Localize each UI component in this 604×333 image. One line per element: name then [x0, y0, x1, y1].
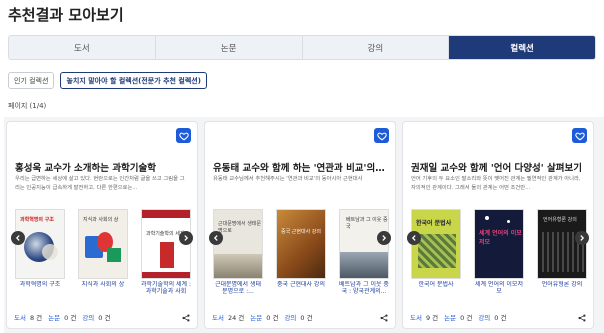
paper-count: 0 건	[64, 314, 77, 322]
lecture-count-label: 강의	[82, 314, 95, 322]
book-count: 8 건	[29, 314, 43, 322]
book-item[interactable]: 중국 근현대사 강의 중국 근현대사 강의	[276, 209, 326, 295]
collection-description: 언어 기후의 두 요소인 말소리와 뜻이 맺어진 관계는 필연적인 관계가 아니…	[411, 176, 581, 191]
book-title[interactable]: 과학혁명의 구조	[15, 281, 65, 295]
lecture-count-label: 강의	[284, 314, 297, 322]
favorite-button[interactable]	[176, 128, 191, 143]
tab-collections[interactable]: 컬렉션	[449, 36, 595, 59]
collection-stats: 도서 24 건 논문 0 건 강의 0 건	[212, 312, 315, 322]
book-title[interactable]: 지식과 사회의 상	[78, 281, 128, 295]
book-cover[interactable]: 과학혁명의 구조	[15, 209, 65, 279]
collection-subtabs: 인기 컬렉션 놓치지 말아야 할 컬렉션(전문가 추천 컬렉션)	[8, 72, 207, 89]
heart-icon	[574, 132, 585, 140]
carousel-next-button[interactable]	[179, 231, 193, 245]
book-item[interactable]: 지식과 사회의 상 지식과 사회의 상	[78, 209, 128, 295]
paper-count-label: 논문	[250, 314, 263, 322]
paper-count: 0 건	[460, 314, 473, 322]
subtab-popular-collections[interactable]: 인기 컬렉션	[8, 72, 55, 89]
book-item[interactable]: 한국어 문법사 한국어 문법사	[411, 209, 461, 295]
collection-title[interactable]: 권재일 교수와 함께 '언어 다양성' 살펴보기	[411, 160, 585, 174]
book-item[interactable]: 근대문명에서 생태문명으로 근대문명에서 생태문명으로 :...	[213, 209, 263, 295]
tab-lectures[interactable]: 강의	[303, 36, 450, 59]
chevron-right-icon	[184, 235, 189, 241]
collection-title[interactable]: 유동태 교수와 함께 하는 '연관과 비교'의 동아시아 근현대사	[213, 160, 387, 174]
collection-stats: 도서 8 건 논문 0 건 강의 0 건	[14, 312, 112, 322]
book-title[interactable]: 근대문명에서 생태문명으로 :...	[213, 281, 263, 295]
collection-card[interactable]: 권재일 교수와 함께 '언어 다양성' 살펴보기 언어 기후의 두 요소인 말소…	[402, 121, 594, 329]
lecture-count: 0 건	[300, 314, 313, 322]
book-item[interactable]: 과학기술학의 세계 과학기술학의 세계 : 과학기술과 사회를...	[141, 209, 191, 295]
carousel-prev-button[interactable]	[407, 231, 421, 245]
chevron-right-icon	[580, 235, 585, 241]
content-type-tabs: 도서 논문 강의 컬렉션	[8, 35, 596, 60]
collection-card[interactable]: 유동태 교수와 함께 하는 '연관과 비교'의 동아시아 근현대사 유동태 교수…	[204, 121, 396, 329]
paper-count-label: 논문	[444, 314, 457, 322]
book-count-label: 도서	[14, 314, 26, 322]
carousel-prev-button[interactable]	[11, 231, 25, 245]
book-title[interactable]: 과학기술학의 세계 : 과학기술과 사회를...	[141, 281, 191, 295]
carousel-prev-button[interactable]	[209, 231, 223, 245]
book-count-label: 도서	[212, 314, 224, 322]
favorite-button[interactable]	[374, 128, 389, 143]
collection-card[interactable]: 홍성욱 교수가 소개하는 과학기술학 우리는 급변하는 세상에 살고 있다. 현…	[6, 121, 198, 329]
book-cover[interactable]: 근대문명에서 생태문명으로	[213, 209, 263, 279]
tab-books[interactable]: 도서	[9, 36, 156, 59]
heart-icon	[178, 132, 189, 140]
book-list: 한국어 문법사 한국어 문법사 세계 언어의 이모저모 세계 언어의 이모저모 …	[411, 209, 587, 295]
collection-carousel: 홍성욱 교수가 소개하는 과학기술학 우리는 급변하는 세상에 살고 있다. 현…	[4, 117, 604, 333]
subtab-expert-collections[interactable]: 놓치지 말아야 할 컬렉션(전문가 추천 컬렉션)	[60, 72, 207, 89]
tab-papers[interactable]: 논문	[156, 36, 303, 59]
book-item[interactable]: 언어유형론 강의 언어유형론 강의	[537, 209, 587, 295]
lecture-count-label: 강의	[478, 314, 491, 322]
heart-icon	[376, 132, 387, 140]
book-cover[interactable]: 지식과 사회의 상	[78, 209, 128, 279]
paper-count-label: 논문	[48, 314, 61, 322]
book-title[interactable]: 언어유형론 강의	[537, 281, 587, 295]
book-count: 9 건	[425, 314, 439, 322]
book-item[interactable]: 세계 언어의 이모저모 세계 언어의 이모저모	[474, 209, 524, 295]
book-title[interactable]: 중국 근현대사 강의	[276, 281, 326, 295]
book-title[interactable]: 세계 언어의 이모저모	[474, 281, 524, 295]
book-item[interactable]: 과학혁명의 구조 과학혁명의 구조	[15, 209, 65, 295]
share-icon[interactable]	[380, 314, 388, 322]
collection-title[interactable]: 홍성욱 교수가 소개하는 과학기술학	[15, 160, 189, 174]
book-cover[interactable]: 한국어 문법사	[411, 209, 461, 279]
collection-description: 우리는 급변하는 세상에 살고 있다. 현란으로는 인간처럼 글을 쓰고 그림을…	[15, 176, 185, 191]
lecture-count: 0 건	[494, 314, 507, 322]
book-item[interactable]: 베트남과 그 이웃 중국 베트남과 그 이웃 중국 : 양국관계의...	[339, 209, 389, 295]
book-title[interactable]: 한국어 문법사	[411, 281, 461, 295]
chevron-left-icon	[213, 235, 218, 241]
book-cover[interactable]: 세계 언어의 이모저모	[474, 209, 524, 279]
book-title[interactable]: 베트남과 그 이웃 중국 : 양국관계의...	[339, 281, 389, 295]
paper-count: 0 건	[266, 314, 279, 322]
page-title: 추천결과 모아보기	[8, 6, 124, 24]
collection-stats: 도서 9 건 논문 0 건 강의 0 건	[410, 312, 508, 322]
lecture-count: 0 건	[98, 314, 111, 322]
book-list: 과학혁명의 구조 과학혁명의 구조 지식과 사회의 상 지식과 사회의 상 과학…	[15, 209, 191, 295]
carousel-next-button[interactable]	[575, 231, 589, 245]
carousel-next-button[interactable]	[377, 231, 391, 245]
page-indicator: 페이지 (1/4)	[8, 102, 47, 110]
chevron-left-icon	[411, 235, 416, 241]
book-count: 24 건	[227, 314, 245, 322]
collection-description: 유동태 교수님께서 추천해주시는 '연관과 비교'의 동아시아 근현대사	[213, 176, 363, 182]
share-icon[interactable]	[182, 314, 190, 322]
favorite-button[interactable]	[572, 128, 587, 143]
book-cover[interactable]: 중국 근현대사 강의	[276, 209, 326, 279]
share-icon[interactable]	[578, 314, 586, 322]
book-count-label: 도서	[410, 314, 422, 322]
book-list: 근대문명에서 생태문명으로 근대문명에서 생태문명으로 :... 중국 근현대사…	[213, 209, 389, 295]
chevron-right-icon	[382, 235, 387, 241]
chevron-left-icon	[15, 235, 20, 241]
